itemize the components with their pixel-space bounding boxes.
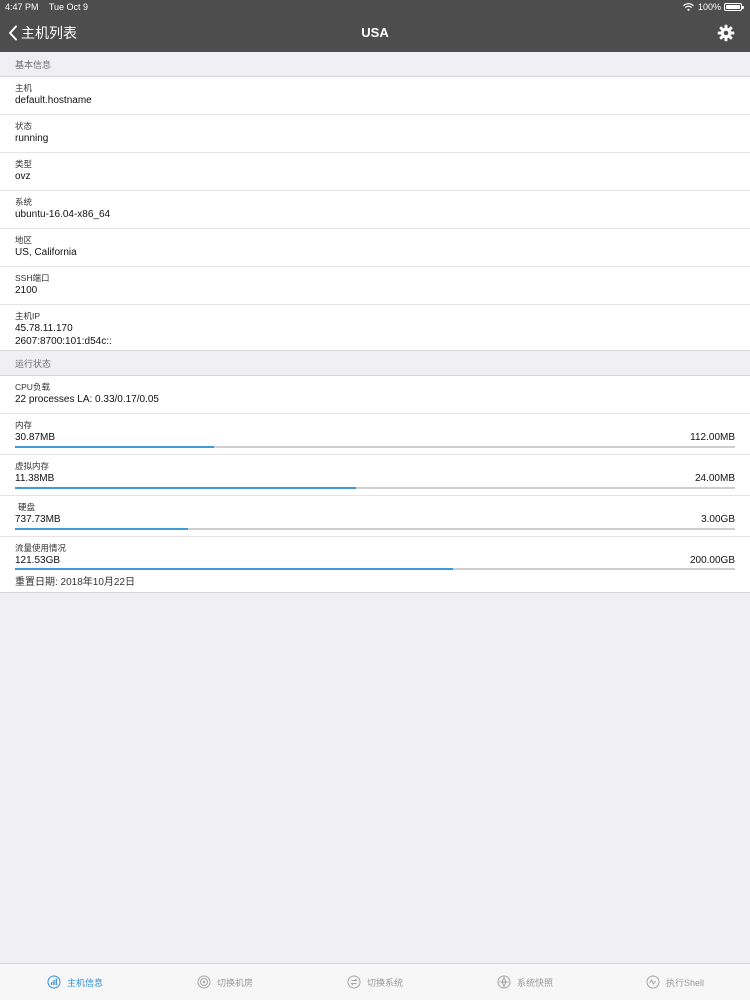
row-host-ip: 主机IP 45.78.11.170 2607:8700:101:d54c:: — [0, 305, 750, 351]
ssh-port-value: 2100 — [15, 285, 38, 296]
swap-total: 24.00MB — [694, 473, 735, 484]
shell-icon — [646, 975, 660, 989]
host-ipv6-value: 2607:8700:101:d54c:: — [15, 336, 112, 347]
memory-used: 30.87MB — [15, 432, 56, 443]
tab-bar: 主机信息 切换机房 切换系统 系统快照 执行Shell — [0, 963, 750, 1000]
page-title: USA — [361, 25, 389, 40]
status-time: 4:47 PM — [5, 2, 39, 12]
wifi-icon — [683, 3, 694, 11]
back-button[interactable]: 主机列表 — [8, 14, 77, 52]
gear-icon[interactable] — [717, 24, 735, 42]
row-os: 系统 ubuntu-16.04-x86_64 — [0, 191, 750, 229]
tab-switch-os[interactable]: 切换系统 — [300, 964, 450, 1000]
swap-label: 虚拟内存 — [15, 461, 50, 471]
tab-shell-label: 执行Shell — [665, 977, 704, 988]
switch-datacenter-icon — [197, 975, 211, 989]
switch-os-icon — [347, 975, 361, 989]
tab-snapshot[interactable]: 系统快照 — [450, 964, 600, 1000]
traffic-progress-bar — [15, 568, 735, 570]
disk-total: 3.00GB — [701, 514, 735, 525]
row-swap: 虚拟内存 11.38MB 24.00MB — [0, 455, 750, 496]
type-value: ovz — [15, 171, 31, 182]
disk-used: 737.73MB — [15, 514, 61, 525]
row-hostname: 主机 default.hostname — [0, 77, 750, 115]
host-ipv4-value: 45.78.11.170 — [15, 323, 73, 334]
battery-percent: 100% — [697, 2, 721, 12]
back-label: 主机列表 — [21, 25, 77, 41]
tab-shell[interactable]: 执行Shell — [600, 964, 750, 1000]
region-value: US, California — [15, 247, 77, 258]
snapshot-icon — [497, 975, 511, 989]
row-region: 地区 US, California — [0, 229, 750, 267]
basic-info-group: 主机 default.hostname 状态 running 类型 ovz 系统… — [0, 77, 750, 351]
tab-switch-datacenter-label: 切换机房 — [216, 977, 253, 988]
cpu-load-value: 22 processes LA: 0.33/0.17/0.05 — [15, 394, 159, 405]
state-value: running — [15, 133, 49, 144]
traffic-used: 121.53GB — [15, 555, 61, 566]
row-cpu-load: CPU负载 22 processes LA: 0.33/0.17/0.05 — [0, 376, 750, 414]
section-header-running: 运行状态 — [0, 351, 750, 376]
running-status-group: CPU负载 22 processes LA: 0.33/0.17/0.05 内存… — [0, 376, 750, 593]
disk-label: 硬盘 — [18, 502, 36, 512]
state-label: 状态 — [15, 121, 33, 131]
traffic-label: 流量使用情况 — [15, 543, 67, 553]
nav-bar: 主机列表 USA — [0, 14, 750, 52]
status-date: Tue Oct 9 — [48, 2, 89, 12]
row-memory: 内存 30.87MB 112.00MB — [0, 414, 750, 455]
traffic-total: 200.00GB — [689, 555, 735, 566]
tab-switch-os-label: 切换系统 — [366, 977, 403, 988]
hostname-label: 主机 — [15, 83, 33, 93]
cpu-load-label: CPU负载 — [15, 382, 50, 392]
content: 基本信息 主机 default.hostname 状态 running 类型 o… — [0, 52, 750, 593]
section-header-basic: 基本信息 — [0, 52, 750, 77]
memory-label: 内存 — [15, 420, 33, 430]
disk-progress-bar — [15, 528, 735, 530]
type-label: 类型 — [15, 159, 33, 169]
traffic-reset-date: 重置日期: 2018年10月22日 — [15, 577, 136, 588]
tab-host-info-label: 主机信息 — [66, 977, 103, 988]
ssh-port-label: SSH端口 — [15, 273, 50, 283]
row-disk: 硬盘 737.73MB 3.00GB — [0, 496, 750, 537]
os-value: ubuntu-16.04-x86_64 — [15, 209, 111, 220]
swap-used: 11.38MB — [15, 473, 55, 484]
row-traffic: 流量使用情况 121.53GB 200.00GB 重置日期: 2018年10月2… — [0, 537, 750, 593]
tab-switch-datacenter[interactable]: 切换机房 — [150, 964, 300, 1000]
tab-snapshot-label: 系统快照 — [516, 977, 553, 988]
swap-progress-bar — [15, 487, 735, 489]
os-label: 系统 — [15, 197, 33, 207]
region-label: 地区 — [15, 235, 33, 245]
status-bar: 4:47 PM Tue Oct 9 100% — [0, 0, 750, 14]
row-type: 类型 ovz — [0, 153, 750, 191]
tab-host-info[interactable]: 主机信息 — [0, 964, 150, 1000]
memory-total: 112.00MB — [690, 432, 735, 443]
row-ssh-port: SSH端口 2100 — [0, 267, 750, 305]
battery-icon — [724, 3, 744, 11]
memory-progress-bar — [15, 446, 735, 448]
host-info-icon — [47, 975, 61, 989]
chevron-left-icon — [9, 25, 17, 41]
row-state: 状态 running — [0, 115, 750, 153]
hostname-value: default.hostname — [15, 95, 92, 106]
host-ip-label: 主机IP — [15, 311, 41, 321]
